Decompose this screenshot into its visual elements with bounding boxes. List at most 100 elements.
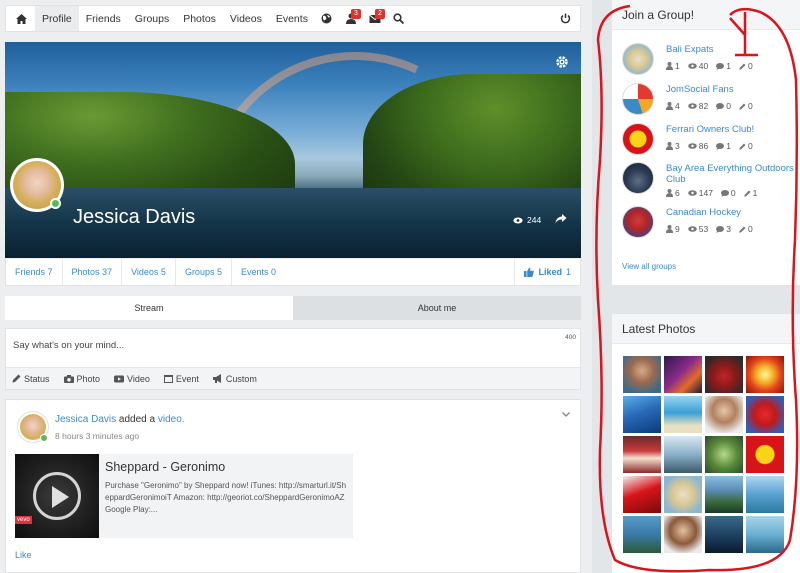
liked-button[interactable]: Liked 1 bbox=[514, 259, 580, 285]
photo-thumbnail[interactable] bbox=[705, 436, 743, 473]
composer-video-label: Video bbox=[127, 373, 150, 384]
pencil-icon bbox=[739, 143, 746, 150]
group-avatar[interactable] bbox=[622, 43, 654, 75]
tab-about-me[interactable]: About me bbox=[293, 296, 581, 320]
composer-photo-label: Photo bbox=[76, 373, 101, 384]
group-name[interactable]: Canadian Hockey bbox=[666, 207, 796, 218]
group-edits: 0 bbox=[739, 141, 753, 151]
home-button[interactable] bbox=[6, 6, 35, 31]
composer-status-button[interactable]: Status bbox=[12, 374, 50, 384]
video-thumbnail[interactable]: vevo bbox=[15, 454, 99, 538]
profile-stats-bar: Friends 7 Photos 37 Videos 5 Groups 5 Ev… bbox=[5, 259, 581, 286]
nav-profile[interactable]: Profile bbox=[35, 6, 79, 31]
group-members-count: 1 bbox=[675, 61, 680, 71]
group-name[interactable]: JomSocial Fans bbox=[666, 84, 796, 95]
photo-thumbnail[interactable] bbox=[623, 436, 661, 473]
group-members: 9 bbox=[666, 224, 680, 234]
power-icon bbox=[560, 13, 570, 24]
photo-thumbnail[interactable] bbox=[746, 516, 784, 553]
post-headline: Jessica Davis added a video. bbox=[55, 414, 185, 425]
photo-thumbnail[interactable] bbox=[623, 356, 661, 393]
photo-thumbnail[interactable] bbox=[705, 356, 743, 393]
group-name[interactable]: Bay Area Everything Outdoors Club bbox=[666, 163, 796, 185]
comment-icon bbox=[716, 102, 725, 110]
photo-thumbnail[interactable] bbox=[623, 476, 661, 513]
share-icon[interactable] bbox=[555, 213, 567, 225]
photo-thumbnail[interactable] bbox=[664, 396, 702, 433]
stat-events[interactable]: Events 0 bbox=[232, 259, 285, 285]
tab-stream[interactable]: Stream bbox=[5, 296, 293, 320]
search-button[interactable] bbox=[387, 6, 411, 31]
group-avatar[interactable] bbox=[622, 83, 654, 115]
profile-views: 244 bbox=[513, 215, 541, 225]
composer-custom-button[interactable]: Custom bbox=[212, 374, 257, 384]
group-views-count: 40 bbox=[698, 61, 709, 71]
eye-icon bbox=[687, 63, 697, 69]
stat-videos[interactable]: Videos 5 bbox=[122, 259, 176, 285]
group-name[interactable]: Bali Expats bbox=[666, 44, 796, 55]
post-like-button[interactable]: Like bbox=[15, 550, 32, 560]
photo-thumbnail[interactable] bbox=[705, 516, 743, 553]
composer-toolbar: Status Photo Video Event Custom bbox=[6, 367, 580, 389]
photo-thumbnail[interactable] bbox=[746, 356, 784, 393]
photo-thumbnail[interactable] bbox=[746, 436, 784, 473]
video-title[interactable]: Sheppard - Geronimo bbox=[105, 460, 347, 474]
photo-thumbnail[interactable] bbox=[623, 396, 661, 433]
group-item[interactable]: Canadian Hockey 9 53 3 0 bbox=[622, 206, 798, 242]
comment-icon bbox=[720, 189, 729, 197]
group-members: 6 bbox=[666, 188, 680, 198]
photo-thumbnail[interactable] bbox=[664, 476, 702, 513]
composer-event-button[interactable]: Event bbox=[163, 374, 199, 384]
eye-icon bbox=[687, 103, 697, 109]
group-item[interactable]: JomSocial Fans 4 82 0 0 bbox=[622, 83, 798, 119]
group-stats: 4 82 0 0 bbox=[666, 101, 753, 111]
group-item[interactable]: Bali Expats 1 40 1 0 bbox=[622, 43, 798, 79]
group-item[interactable]: Ferrari Owners Club! 3 86 1 0 bbox=[622, 123, 798, 159]
post-author-avatar[interactable] bbox=[17, 411, 49, 443]
status-input[interactable]: Say what's on your mind... bbox=[13, 340, 124, 351]
stat-friends[interactable]: Friends 7 bbox=[6, 259, 63, 285]
notifications-button[interactable]: 3 bbox=[339, 6, 363, 31]
photo-thumbnail[interactable] bbox=[746, 476, 784, 513]
comment-icon bbox=[716, 142, 725, 150]
group-avatar[interactable] bbox=[622, 206, 654, 238]
logout-button[interactable] bbox=[550, 6, 580, 31]
photo-thumbnail[interactable] bbox=[746, 396, 784, 433]
group-views-count: 147 bbox=[698, 188, 713, 198]
composer-video-button[interactable]: Video bbox=[114, 374, 150, 384]
stat-photos[interactable]: Photos 37 bbox=[63, 259, 123, 285]
group-views: 86 bbox=[687, 141, 708, 151]
messages-button[interactable]: 2 bbox=[363, 6, 387, 31]
group-avatar[interactable] bbox=[622, 162, 654, 194]
post-author-link[interactable]: Jessica Davis bbox=[55, 414, 116, 425]
profile-avatar[interactable] bbox=[10, 158, 64, 212]
chevron-down-icon[interactable] bbox=[561, 409, 571, 419]
camera-icon bbox=[63, 374, 74, 383]
group-views-count: 82 bbox=[698, 101, 709, 111]
photo-thumbnail[interactable] bbox=[623, 516, 661, 553]
photo-thumbnail[interactable] bbox=[705, 476, 743, 513]
post-object-link[interactable]: video. bbox=[158, 414, 185, 425]
user-icon bbox=[666, 102, 673, 110]
group-avatar[interactable] bbox=[622, 123, 654, 155]
photo-thumbnail[interactable] bbox=[664, 436, 702, 473]
group-item[interactable]: Bay Area Everything Outdoors Club 6 147 … bbox=[622, 162, 798, 198]
photo-thumbnail[interactable] bbox=[664, 516, 702, 553]
cover-settings-icon[interactable] bbox=[555, 55, 569, 69]
nav-videos[interactable]: Videos bbox=[223, 6, 269, 31]
nav-events[interactable]: Events bbox=[269, 6, 315, 31]
nav-groups[interactable]: Groups bbox=[128, 6, 176, 31]
user-icon bbox=[666, 142, 673, 150]
view-all-groups-link[interactable]: View all groups bbox=[622, 262, 676, 271]
globe-button[interactable] bbox=[315, 6, 339, 31]
group-edits-count: 1 bbox=[752, 188, 758, 198]
video-card[interactable]: vevo Sheppard - Geronimo Purchase "Geron… bbox=[15, 454, 353, 538]
stat-groups[interactable]: Groups 5 bbox=[176, 259, 232, 285]
group-edits-count: 0 bbox=[747, 224, 753, 234]
nav-friends[interactable]: Friends bbox=[79, 6, 128, 31]
group-name[interactable]: Ferrari Owners Club! bbox=[666, 124, 796, 135]
composer-photo-button[interactable]: Photo bbox=[63, 373, 101, 384]
nav-photos[interactable]: Photos bbox=[176, 6, 223, 31]
photo-thumbnail[interactable] bbox=[705, 396, 743, 433]
photo-thumbnail[interactable] bbox=[664, 356, 702, 393]
